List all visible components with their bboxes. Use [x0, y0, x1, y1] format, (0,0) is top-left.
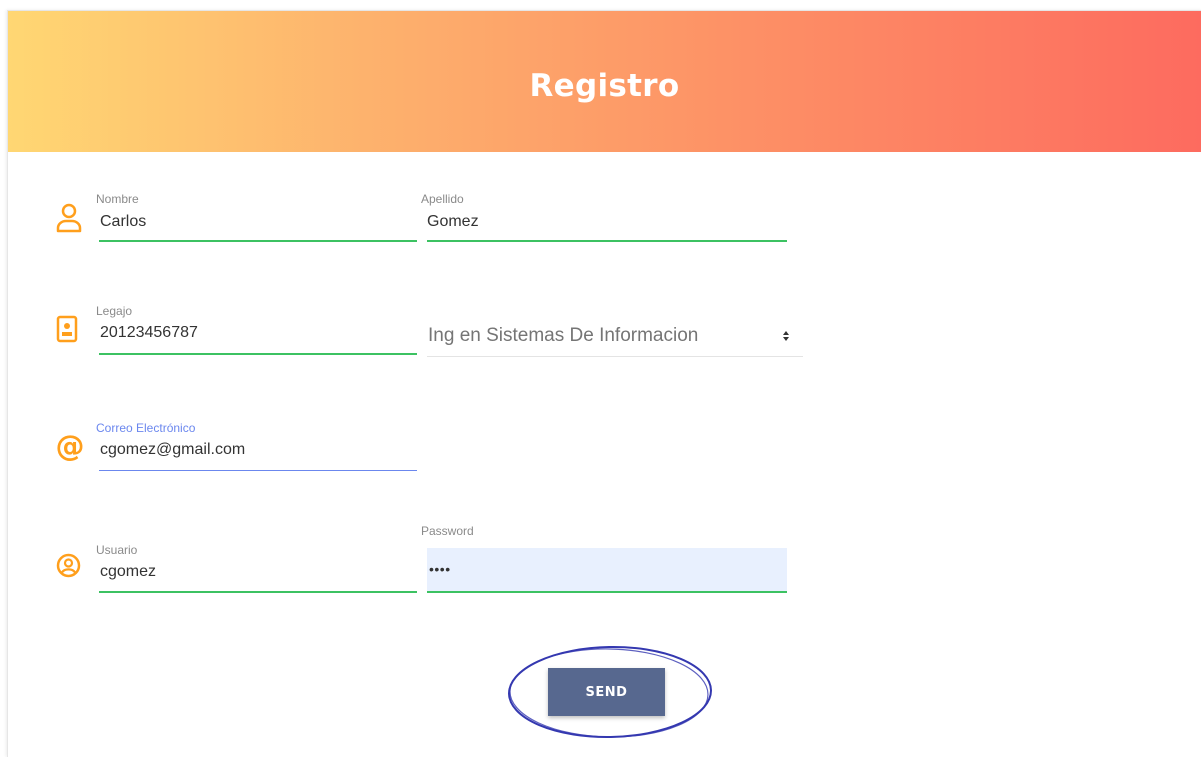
- nombre-underline: [99, 240, 417, 242]
- usuario-underline: [99, 591, 417, 593]
- correo-label: Correo Electrónico: [96, 421, 196, 435]
- correo-underline: [99, 470, 417, 471]
- nombre-field[interactable]: Carlos: [100, 213, 416, 237]
- page-title: Registro: [529, 68, 680, 104]
- legajo-underline: [99, 353, 417, 355]
- carrera-underline: [427, 356, 803, 357]
- person-icon: [56, 203, 82, 233]
- carrera-select[interactable]: Ing en Sistemas De Informacion: [428, 325, 803, 353]
- header-banner: Registro: [8, 11, 1201, 152]
- usuario-field[interactable]: cgomez: [100, 563, 416, 587]
- correo-field[interactable]: cgomez@gmail.com: [100, 441, 416, 465]
- svg-text:@: @: [56, 431, 85, 461]
- password-label: Password: [421, 524, 474, 538]
- legajo-field[interactable]: 20123456787: [100, 324, 416, 348]
- nombre-label: Nombre: [96, 192, 139, 206]
- at-sign-icon: @: [56, 431, 85, 461]
- user-circle-icon: [56, 553, 81, 578]
- send-button[interactable]: SEND: [548, 668, 665, 716]
- id-badge-icon: [56, 315, 78, 343]
- password-underline: [427, 591, 787, 593]
- apellido-field[interactable]: Gomez: [427, 213, 785, 237]
- usuario-label: Usuario: [96, 543, 138, 557]
- password-field[interactable]: ••••: [429, 561, 785, 585]
- legajo-label: Legajo: [96, 304, 133, 318]
- apellido-label: Apellido: [421, 192, 464, 206]
- sort-arrows-icon: [783, 331, 789, 341]
- apellido-underline: [427, 240, 787, 242]
